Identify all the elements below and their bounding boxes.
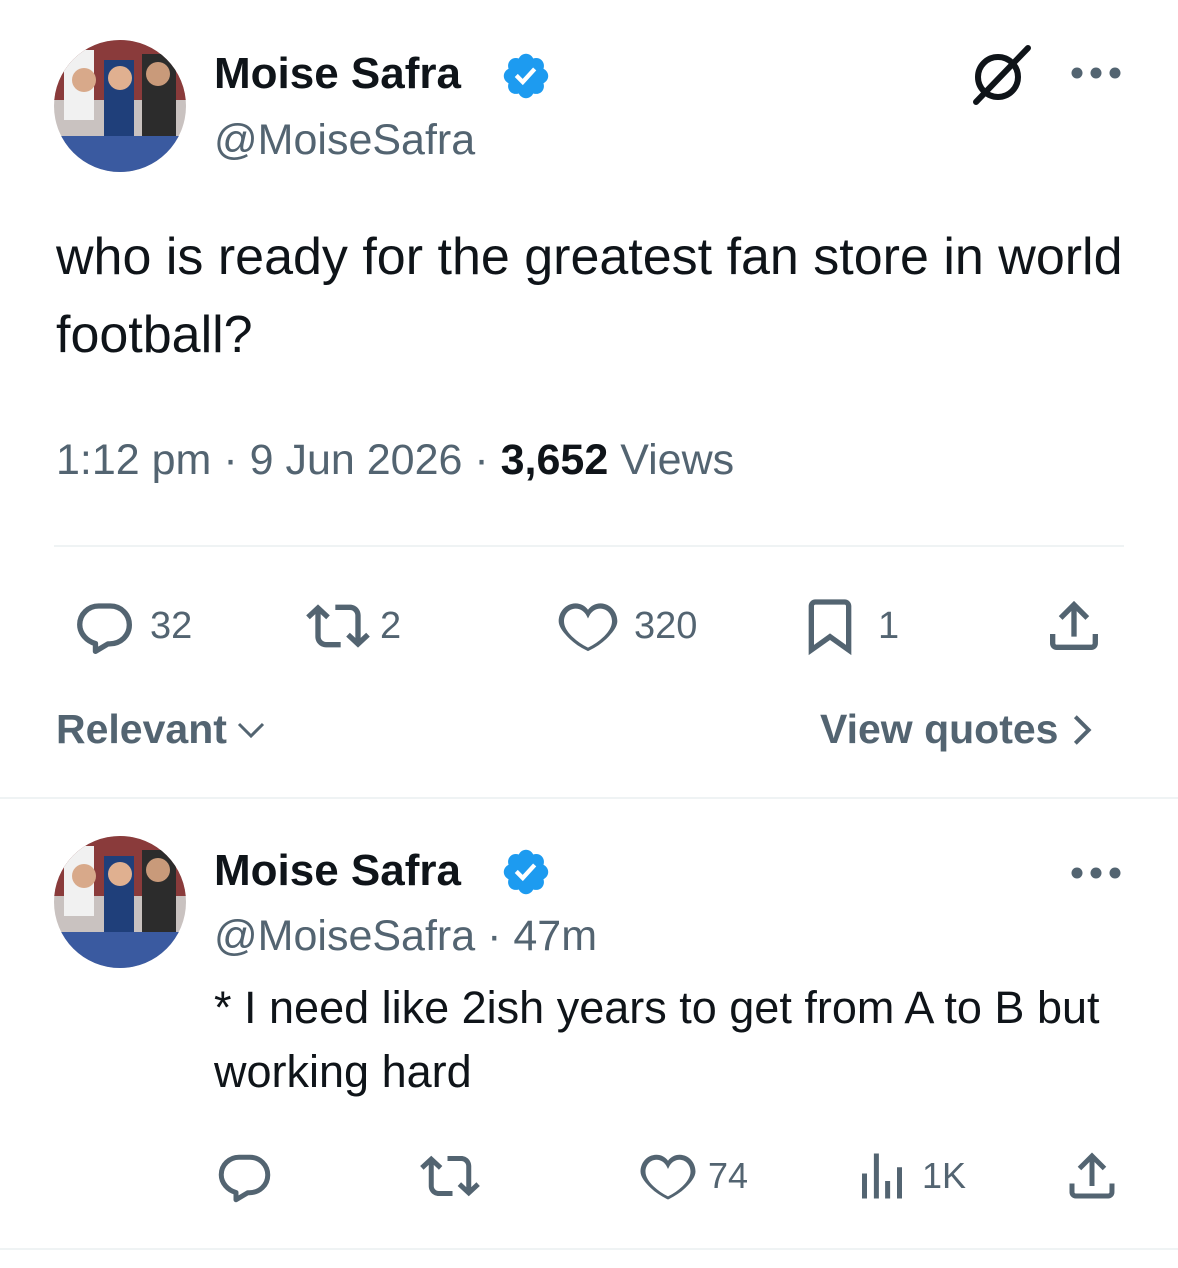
sort-dropdown[interactable]: Relevant [56, 706, 269, 753]
reply-button[interactable]: 32 [72, 594, 192, 658]
meta-separator: · [487, 912, 502, 960]
bookmark-count: 1 [878, 604, 900, 647]
reply-views-button[interactable]: 1K [852, 1146, 966, 1206]
tweet-text: who is ready for the greatest fan store … [56, 228, 1123, 364]
bookmark-icon [808, 599, 852, 656]
reply-author-avatar[interactable] [54, 836, 186, 968]
chevron-down-icon [237, 722, 264, 738]
bookmark-button[interactable]: 1 [798, 594, 899, 658]
verified-badge-icon [503, 53, 549, 99]
grok-icon[interactable] [968, 44, 1034, 106]
like-icon [558, 603, 618, 652]
author-handle[interactable]: @MoiseSafra [214, 114, 475, 166]
reply-icon[interactable] [214, 1146, 274, 1206]
author-avatar[interactable] [54, 40, 186, 172]
reply-views-count: 1K [922, 1155, 967, 1196]
reply-author-name[interactable]: Moise Safra [214, 845, 461, 897]
tweet-time[interactable]: 1:12 pm [56, 436, 211, 484]
more-icon[interactable] [1070, 866, 1122, 880]
reply-meta: @MoiseSafra · 47m [214, 910, 597, 962]
views-icon [862, 1153, 902, 1199]
more-icon[interactable] [1070, 66, 1122, 80]
repost-button[interactable]: 2 [306, 594, 401, 658]
share-icon[interactable] [1042, 594, 1106, 658]
view-quotes-link[interactable]: View quotes [820, 706, 1098, 753]
reply-author-handle[interactable]: @MoiseSafra [214, 912, 475, 960]
verified-badge-icon [503, 849, 549, 895]
chevron-right-icon [1074, 714, 1092, 745]
divider [54, 545, 1124, 547]
reply-like-count: 74 [708, 1155, 749, 1196]
reply-icon [77, 603, 132, 654]
like-button[interactable]: 320 [556, 594, 697, 658]
repost-icon [306, 604, 370, 648]
views-label: Views [620, 436, 735, 484]
reply-like-button[interactable]: 74 [638, 1146, 748, 1206]
divider [0, 797, 1178, 799]
tweet-meta: 1:12 pm · 9 Jun 2026 · 3,652 Views [56, 436, 734, 485]
repost-count: 2 [380, 604, 402, 647]
like-count: 320 [634, 604, 698, 647]
reply-time[interactable]: 47m [513, 912, 597, 960]
tweet-date[interactable]: 9 Jun 2026 [250, 436, 463, 484]
meta-separator: · [474, 436, 489, 484]
sort-label: Relevant [56, 706, 227, 752]
meta-separator: · [223, 436, 238, 484]
like-icon [640, 1154, 696, 1200]
reply-text: * I need like 2ish years to get from A t… [214, 982, 1100, 1097]
views-count: 3,652 [500, 436, 609, 484]
share-icon[interactable] [1062, 1146, 1122, 1206]
repost-icon[interactable] [420, 1146, 480, 1206]
reply-count: 32 [150, 604, 193, 647]
view-quotes-label: View quotes [820, 706, 1059, 752]
divider [0, 1248, 1178, 1250]
author-name[interactable]: Moise Safra [214, 48, 461, 100]
